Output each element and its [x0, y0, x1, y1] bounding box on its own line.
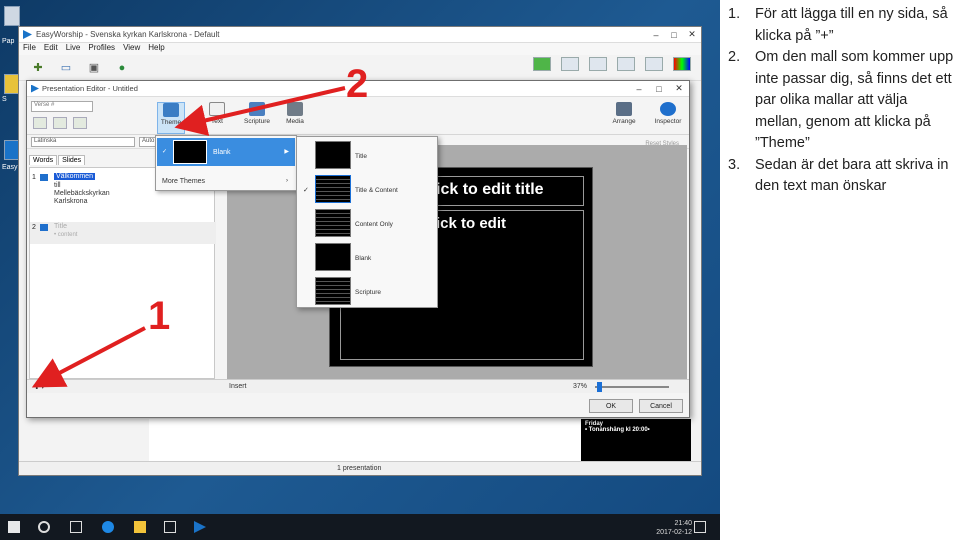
instruction-item: 1. För att lägga till en ny sida, så kli… — [728, 4, 958, 47]
instruction-text: För att lägga till en ny sida, så klicka… — [755, 6, 948, 44]
clock-time: 21:40 — [674, 520, 692, 527]
windows-start-icon[interactable] — [8, 521, 20, 533]
search-icon[interactable] — [38, 521, 50, 533]
instruction-number: 1. — [728, 6, 741, 22]
instruction-text: Sedan är det bara att skriva in den text… — [755, 156, 949, 195]
system-clock[interactable]: 21:40 2017-02-12 — [656, 519, 692, 537]
clock-date: 2017-02-12 — [656, 529, 692, 536]
instruction-text: Om den mall som kommer upp inte passar d… — [755, 49, 954, 151]
arrow-to-theme — [174, 86, 346, 136]
task-view-icon[interactable] — [70, 521, 82, 533]
annotation-number-2: 2 — [346, 62, 369, 106]
easyworship-taskbar-icon[interactable] — [194, 521, 206, 533]
instructions-list: 1. För att lägga till en ny sida, så kli… — [728, 4, 958, 198]
instruction-item: 3. Sedan är det bara att skriva in den t… — [728, 155, 958, 198]
desktop-screenshot: Pap S Easy EasyWorship - Svenska kyrkan … — [0, 0, 720, 540]
store-icon[interactable] — [164, 521, 176, 533]
windows-taskbar: 21:40 2017-02-12 — [0, 514, 720, 540]
annotation-number-1: 1 — [148, 294, 171, 338]
instruction-item: 2. Om den mall som kommer upp inte passa… — [728, 47, 958, 155]
edge-icon[interactable] — [102, 521, 114, 533]
instruction-number: 3. — [728, 156, 741, 173]
file-explorer-icon[interactable] — [134, 521, 146, 533]
instructions-panel: 1. För att lägga till en ny sida, så kli… — [728, 4, 958, 198]
arrow-to-add-button — [31, 326, 146, 388]
instruction-number: 2. — [728, 49, 741, 65]
notification-icon[interactable] — [694, 521, 706, 533]
